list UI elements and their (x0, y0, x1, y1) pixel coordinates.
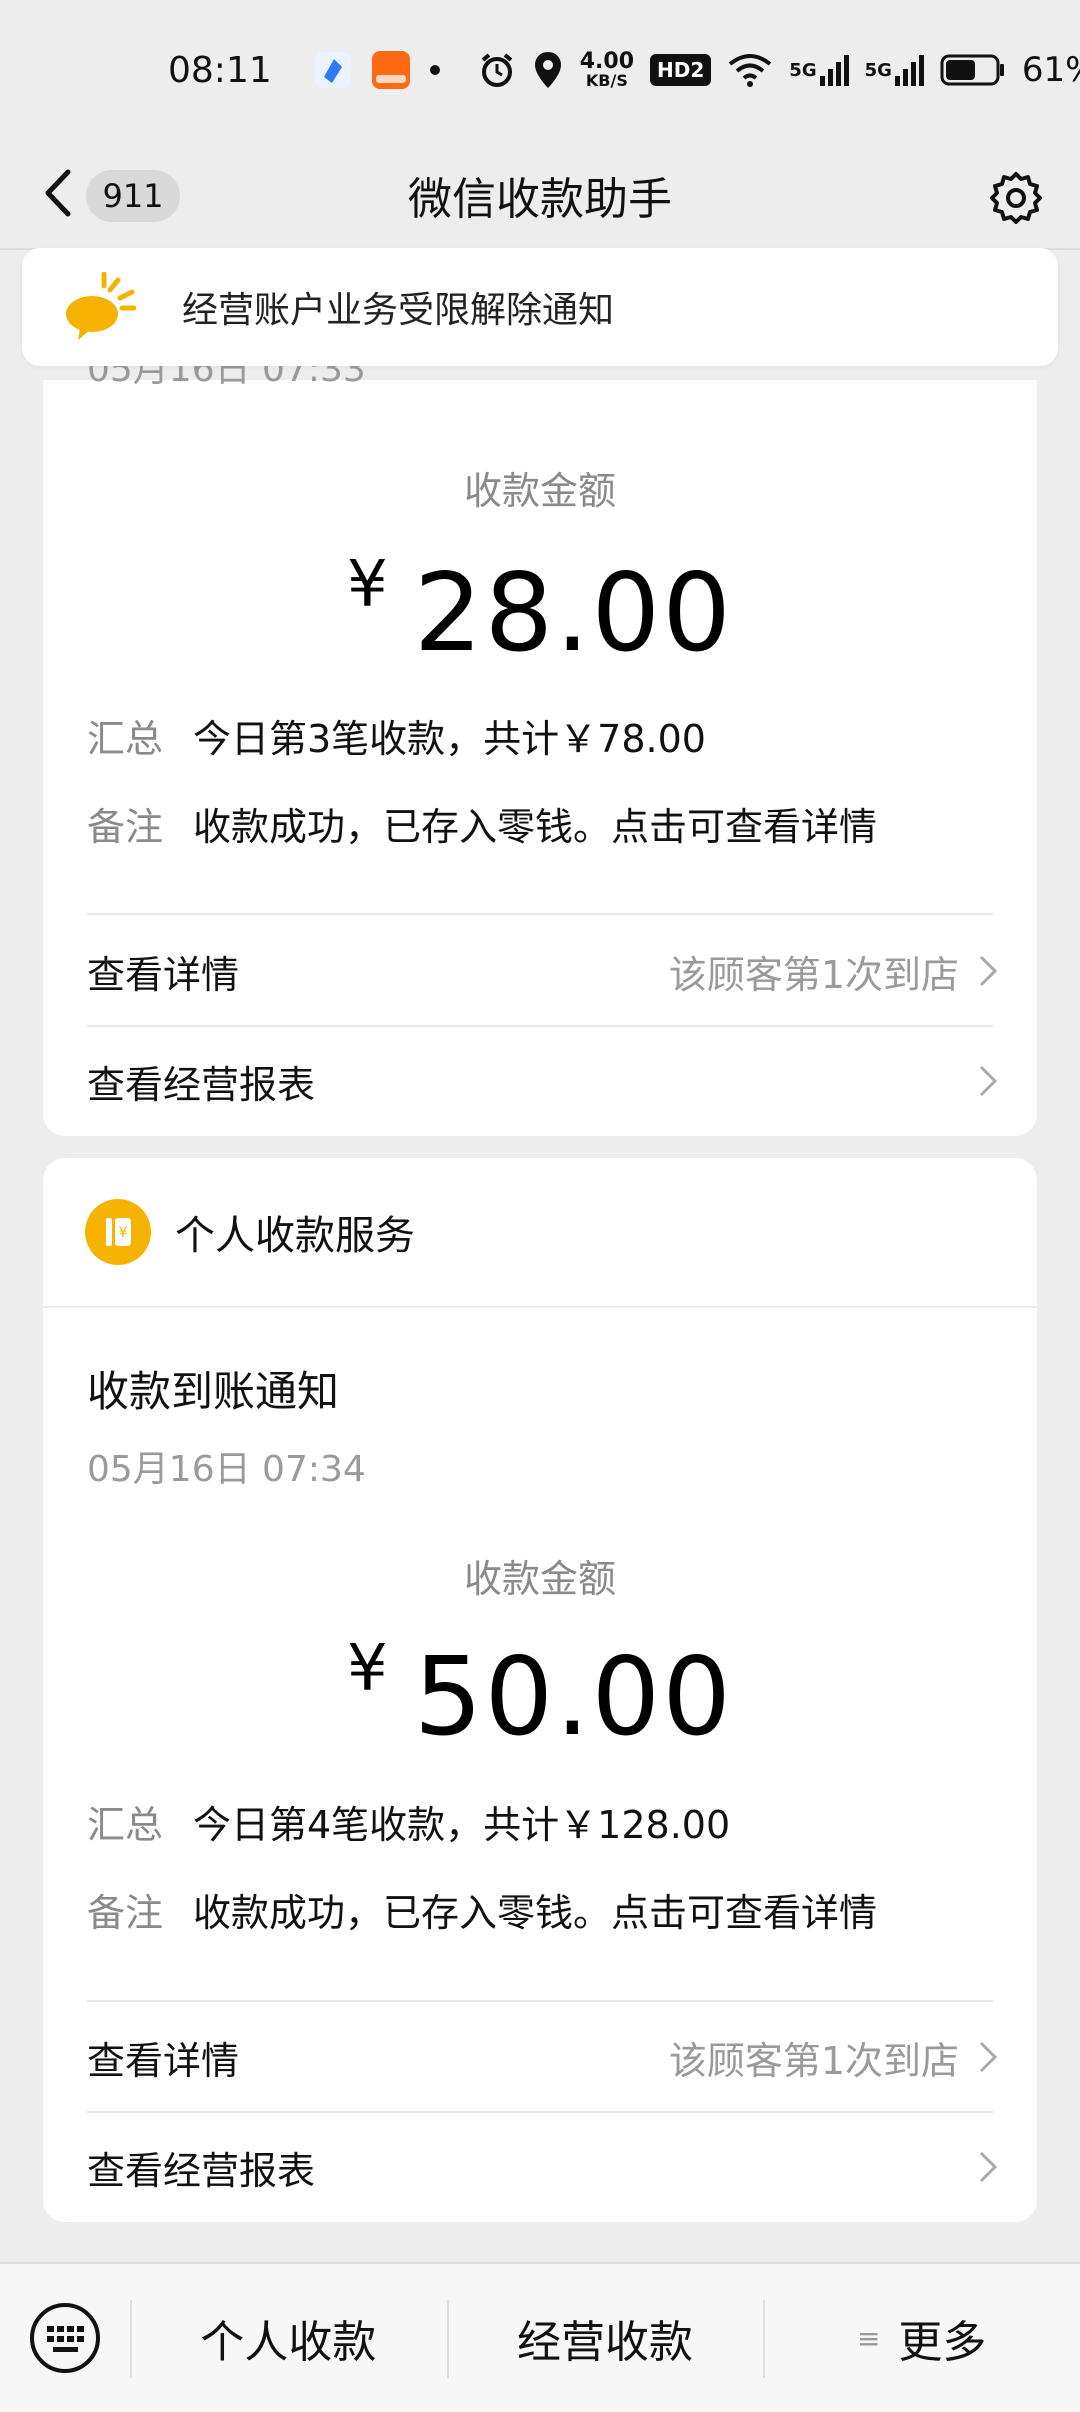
payment-card-1[interactable]: 收款金额 ¥28.00 汇总 今日第3笔收款，共计￥78.00 备注 收款成功，… (43, 380, 1037, 1136)
chevron-right-icon (979, 2041, 998, 2073)
view-details-label: 查看详情 (87, 2038, 240, 2083)
service-title: 个人收款服务 (175, 1213, 415, 1259)
remark-key: 备注 (87, 1891, 164, 1935)
menu-more[interactable]: ≡ 更多 (763, 2264, 1080, 2412)
payment-card-2[interactable]: ¥ 个人收款服务 收款到账通知 05月16日 07:34 收款金额 ¥50.00… (43, 1158, 1037, 2222)
view-report-row[interactable]: 查看经营报表 (87, 1026, 1001, 1136)
remark-row: 备注 收款成功，已存入零钱。点击可查看详情 (87, 1882, 877, 1937)
menu-lines-icon: ≡ (856, 2321, 881, 2355)
alarm-icon (478, 51, 516, 89)
page-title: 微信收款助手 (408, 174, 672, 225)
remark-value: 收款成功，已存入零钱。点击可查看详情 (193, 1891, 878, 1935)
currency-symbol: ¥ (347, 1632, 390, 1706)
summary-key: 汇总 (87, 1803, 164, 1847)
speed-value: 4.00 (579, 49, 635, 74)
status-bar: 08:11 4.00 KB/S HD2 5G 5G 61 (0, 0, 1080, 140)
payment-amount: ¥28.00 (43, 548, 1037, 676)
visit-count-note: 该顾客第1次到店 (668, 2038, 959, 2083)
view-details-label: 查看详情 (87, 952, 240, 997)
summary-row: 汇总 今日第3笔收款，共计￥78.00 (87, 708, 706, 763)
clipped-date: 05月16日 07:33 (43, 362, 443, 392)
app-notification-icon (312, 49, 354, 91)
currency-symbol: ¥ (347, 548, 390, 622)
view-report-label: 查看经营报表 (87, 1062, 316, 1107)
remark-row: 备注 收款成功，已存入零钱。点击可查看详情 (87, 796, 877, 851)
location-icon (532, 50, 564, 90)
net2-label: 5G (864, 59, 892, 81)
menu-business-payment-label: 经营收款 (517, 2317, 693, 2368)
network-speed: 4.00 KB/S (580, 51, 634, 89)
card1-date: 05月16日 07:33 (87, 362, 366, 390)
summary-row: 汇总 今日第4笔收款，共计￥128.00 (87, 1794, 730, 1849)
summary-key: 汇总 (87, 717, 164, 761)
battery-percent: 61% (1021, 50, 1080, 90)
signal-5g-icon-2: 5G (865, 54, 924, 86)
remark-key: 备注 (87, 805, 164, 849)
menu-personal-payment[interactable]: 个人收款 (130, 2264, 447, 2412)
net1-label: 5G (789, 59, 817, 81)
amount-label: 收款金额 (463, 1557, 616, 1601)
menu-personal-payment-label: 个人收款 (200, 2317, 377, 2368)
svg-text:¥: ¥ (119, 1225, 128, 1241)
amount-label: 收款金额 (463, 469, 616, 513)
summary-value: 今日第4笔收款，共计￥128.00 (193, 1803, 731, 1847)
notice-text: 经营账户业务受限解除通知 (182, 290, 615, 331)
bottom-menu-bar: 个人收款 经营收款 ≡ 更多 (0, 2262, 1080, 2412)
status-time: 08:11 (168, 49, 272, 91)
notice-banner[interactable]: 经营账户业务受限解除通知 (22, 248, 1058, 366)
speaker-notice-icon (66, 272, 136, 340)
hd-badge: HD2 (650, 54, 712, 86)
service-header: ¥ 个人收款服务 (43, 1158, 1037, 1308)
notification-time: 05月16日 07:34 (87, 1449, 366, 1490)
amount-value: 50.00 (413, 1635, 733, 1760)
speed-unit: KB/S (585, 71, 628, 90)
wallet-service-icon: ¥ (85, 1199, 151, 1265)
divider (87, 913, 993, 915)
remark-value: 收款成功，已存入零钱。点击可查看详情 (193, 805, 878, 849)
view-report-label: 查看经营报表 (87, 2148, 316, 2193)
gear-icon[interactable] (988, 170, 1044, 226)
payment-amount: ¥50.00 (43, 1632, 1037, 1760)
taobao-app-icon (370, 49, 412, 91)
summary-value: 今日第3笔收款，共计￥78.00 (193, 717, 706, 761)
signal-5g-icon-1: 5G (789, 54, 849, 86)
chevron-right-icon (979, 955, 998, 987)
keyboard-icon (30, 2303, 100, 2373)
chevron-right-icon (979, 2151, 998, 2183)
nav-bar: 911 微信收款助手 (0, 140, 1080, 250)
wifi-icon (727, 52, 773, 88)
visit-count-note: 该顾客第1次到店 (668, 952, 959, 997)
amount-value: 28.00 (413, 551, 733, 676)
dot-icon (428, 63, 442, 77)
view-details-row[interactable]: 查看详情 该顾客第1次到店 (87, 2002, 1001, 2112)
keyboard-toggle[interactable] (0, 2264, 130, 2412)
view-report-row[interactable]: 查看经营报表 (87, 2112, 1001, 2222)
battery-icon (940, 53, 1006, 87)
screen: 08:11 4.00 KB/S HD2 5G 5G 61 911 微信收款助手 … (0, 0, 1080, 2412)
chevron-right-icon (979, 1065, 998, 1097)
notification-title: 收款到账通知 (87, 1367, 340, 1416)
menu-business-payment[interactable]: 经营收款 (446, 2264, 764, 2412)
view-details-row[interactable]: 查看详情 该顾客第1次到店 (87, 916, 1001, 1026)
menu-more-label: 更多 (898, 2317, 987, 2368)
